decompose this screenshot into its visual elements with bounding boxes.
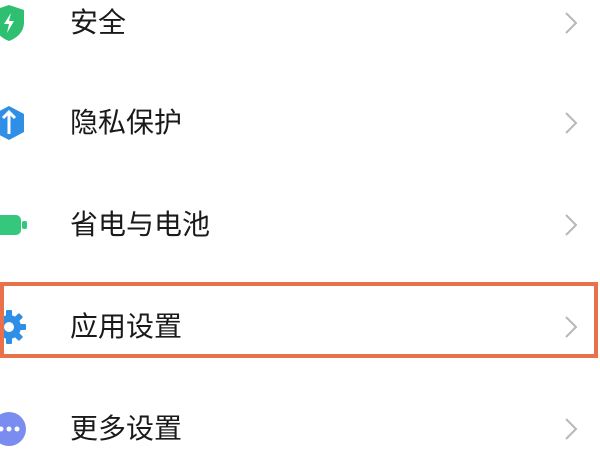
battery-icon	[0, 202, 32, 248]
settings-item-security[interactable]: 安全	[0, 0, 600, 53]
settings-item-label: 省电与电池	[70, 208, 211, 241]
chevron-right-icon	[560, 108, 582, 138]
settings-item-label: 更多设置	[70, 412, 183, 445]
gear-icon	[0, 304, 32, 350]
chevron-right-icon	[560, 8, 582, 38]
chevron-right-icon	[560, 210, 582, 240]
settings-item-label: 应用设置	[70, 310, 183, 343]
settings-item-battery[interactable]: 省电与电池	[0, 195, 600, 255]
settings-item-label: 隐私保护	[70, 106, 183, 139]
settings-list: 安全 隐私保护 省电与电池 应用设置 更多设置	[0, 0, 600, 455]
more-dots-icon	[0, 406, 32, 452]
settings-item-app-settings[interactable]: 应用设置	[0, 297, 600, 357]
settings-item-privacy[interactable]: 隐私保护	[0, 93, 600, 153]
privacy-icon	[0, 100, 32, 146]
chevron-right-icon	[560, 312, 582, 342]
settings-item-label: 安全	[70, 6, 127, 39]
settings-item-more-settings[interactable]: 更多设置	[0, 399, 600, 455]
chevron-right-icon	[560, 414, 582, 444]
security-shield-icon	[0, 0, 32, 46]
